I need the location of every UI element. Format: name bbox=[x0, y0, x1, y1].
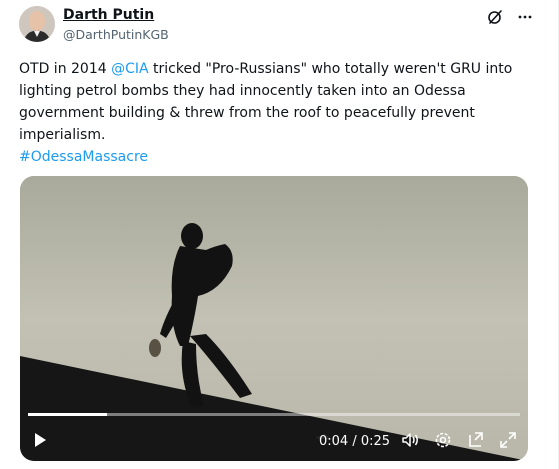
play-icon[interactable] bbox=[30, 430, 50, 450]
grok-icon[interactable] bbox=[484, 8, 506, 26]
duration: 0:25 bbox=[360, 434, 391, 449]
video-frame bbox=[20, 176, 528, 461]
video-progress-fill bbox=[28, 413, 107, 416]
tweet-card: Darth Putin @DarthPutinKGB OTD in 2014 @… bbox=[0, 0, 559, 469]
more-icon[interactable] bbox=[514, 8, 536, 26]
mention-link[interactable]: @CIA bbox=[111, 61, 148, 77]
fullscreen-icon[interactable] bbox=[498, 430, 518, 450]
hashtag-link[interactable]: #OdessaMassacre bbox=[19, 149, 148, 165]
current-time: 0:04 bbox=[319, 434, 349, 449]
video-time: 0:04 / 0:25 bbox=[319, 434, 390, 449]
author-handle[interactable]: @DarthPutinKGB bbox=[63, 27, 169, 42]
popout-icon[interactable] bbox=[466, 430, 486, 450]
settings-icon[interactable] bbox=[433, 430, 453, 450]
video-player[interactable]: 0:04 / 0:25 bbox=[20, 176, 528, 461]
author-name[interactable]: Darth Putin bbox=[63, 7, 154, 23]
tweet-text: OTD in 2014 @CIA tricked "Pro-Russians" … bbox=[19, 58, 529, 168]
time-separator: / bbox=[348, 434, 361, 449]
video-progress-bar[interactable] bbox=[28, 413, 520, 416]
tweet-text-part1: OTD in 2014 bbox=[19, 61, 112, 77]
video-controls: 0:04 / 0:25 bbox=[20, 422, 528, 458]
avatar[interactable] bbox=[19, 6, 55, 42]
volume-icon[interactable] bbox=[400, 430, 420, 450]
